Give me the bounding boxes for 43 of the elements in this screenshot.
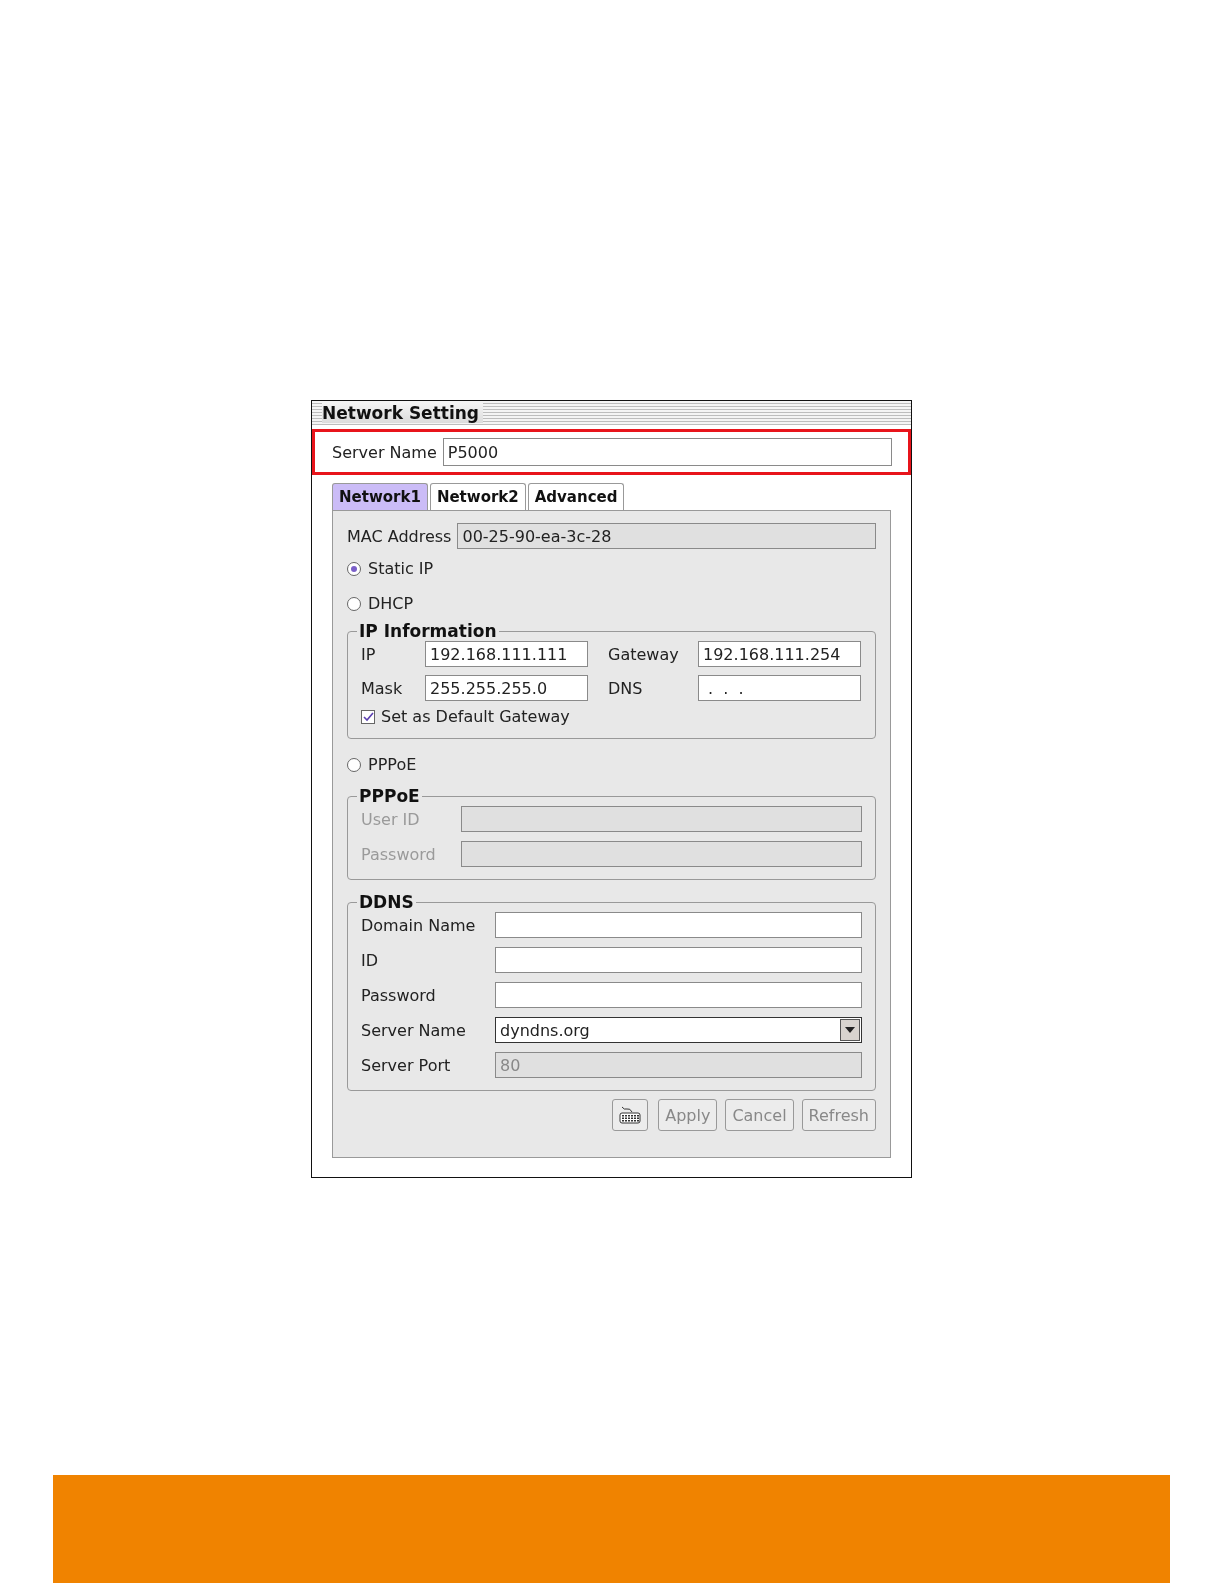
input-field[interactable] bbox=[495, 982, 862, 1008]
radio-label: DHCP bbox=[368, 594, 414, 613]
check-icon bbox=[362, 711, 374, 722]
input-field[interactable]: P5000 bbox=[442, 438, 892, 466]
field-label: IP bbox=[361, 644, 377, 664]
dropdown[interactable]: dyndns.org bbox=[495, 1017, 862, 1043]
radio-label: Static IP bbox=[368, 559, 434, 578]
radio-button[interactable] bbox=[347, 596, 361, 611]
radio-label: PPPoE bbox=[368, 755, 417, 774]
window-title: Network Setting bbox=[322, 403, 483, 423]
input-field[interactable]: 192.168.111.111 bbox=[425, 641, 588, 667]
radio-button[interactable] bbox=[347, 757, 361, 772]
keyboard-icon bbox=[619, 1105, 642, 1125]
tab[interactable]: Network2 bbox=[429, 483, 526, 510]
input-field: 00-25-90-ea-3c-28 bbox=[457, 523, 876, 549]
input-field[interactable]: . . . bbox=[698, 675, 861, 701]
field-label: Server Port bbox=[361, 1055, 452, 1075]
radio-button[interactable] bbox=[347, 561, 361, 576]
field-label: MAC Address bbox=[347, 526, 452, 546]
input-field[interactable] bbox=[495, 947, 862, 973]
keyboard-button[interactable] bbox=[612, 1099, 649, 1131]
caret-icon bbox=[840, 1019, 860, 1041]
input-field[interactable]: 255.255.255.0 bbox=[425, 675, 588, 701]
checkbox[interactable] bbox=[361, 709, 375, 724]
field-label: User ID bbox=[361, 809, 421, 829]
field-label: ID bbox=[361, 950, 380, 970]
group-title: DDNS bbox=[358, 892, 415, 912]
input-field: 80 bbox=[495, 1052, 862, 1078]
tab[interactable]: Network1 bbox=[332, 483, 428, 510]
input-field[interactable]: 192.168.111.254 bbox=[698, 641, 861, 667]
input-field[interactable] bbox=[495, 912, 862, 938]
checkbox-label: Set as Default Gateway bbox=[381, 707, 570, 726]
field-label: Password bbox=[361, 844, 437, 864]
group-title: IP Information bbox=[358, 621, 498, 641]
field-label: Server Name bbox=[332, 442, 437, 462]
field-label: Server Name bbox=[361, 1020, 467, 1040]
field-label: Gateway bbox=[607, 644, 680, 664]
group-title: PPPoE bbox=[358, 786, 421, 806]
field-label: Domain Name bbox=[361, 915, 477, 935]
field-label: Password bbox=[361, 985, 437, 1005]
field-label: DNS bbox=[607, 678, 644, 698]
tab[interactable]: Advanced bbox=[527, 483, 625, 510]
field-label: Mask bbox=[361, 678, 404, 698]
